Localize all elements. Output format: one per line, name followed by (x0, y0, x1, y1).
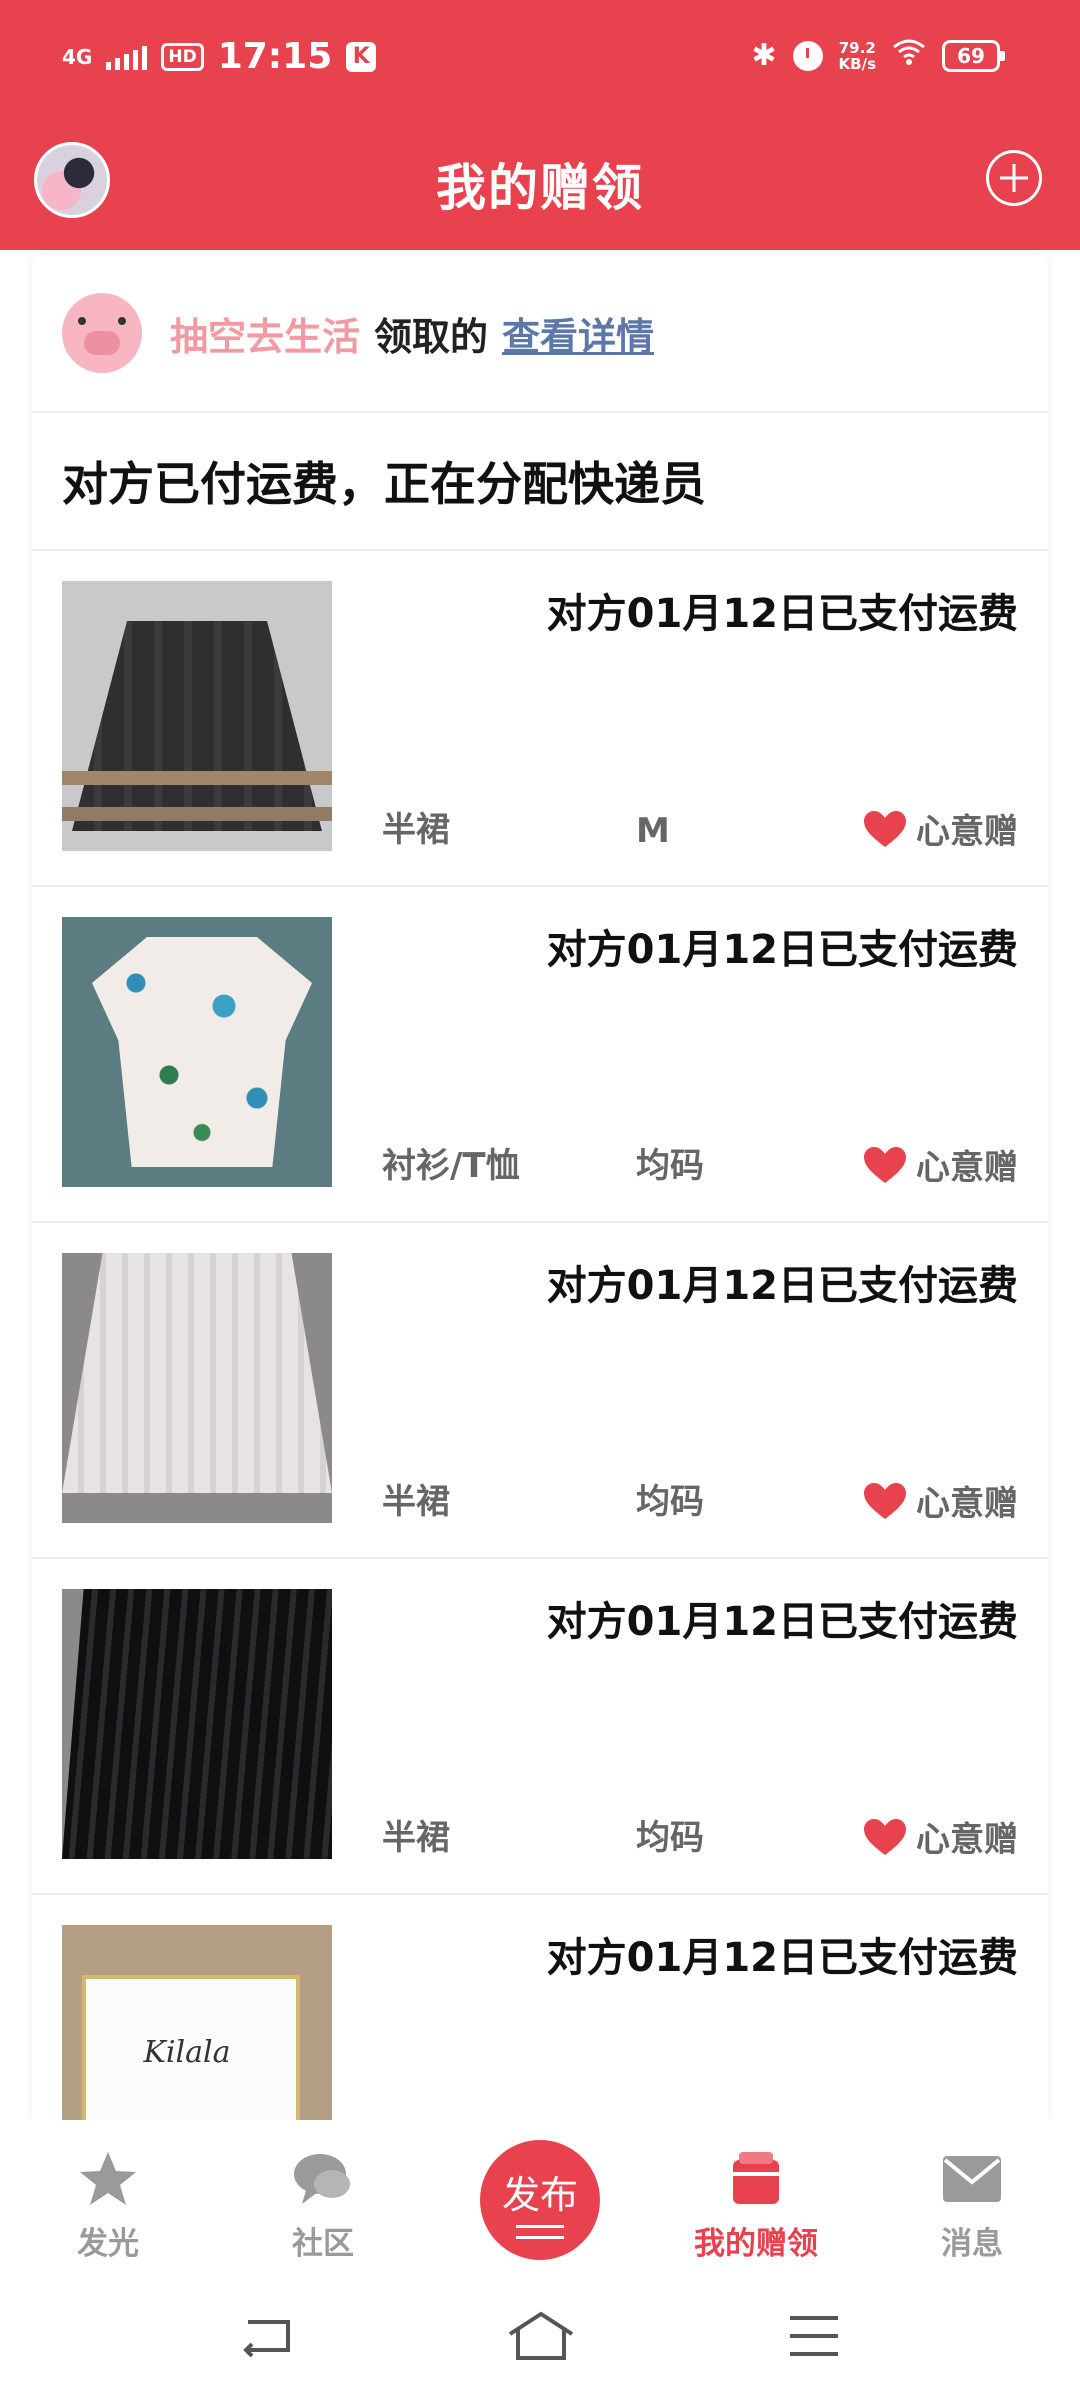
nav-community-label: 社区 (292, 2226, 354, 2262)
page-title: 我的赠领 (436, 159, 644, 217)
item-category: 半裙 (382, 1818, 450, 1858)
list-item[interactable]: Kilala 对方01月12日已支付运费 (32, 1895, 1048, 2120)
alarm-icon (792, 40, 823, 71)
network-speed: 79.2 KB/s (839, 40, 876, 72)
item-category: 半裙 (382, 810, 450, 850)
product-brand-text: Kilala (143, 2035, 231, 2070)
publish-button[interactable]: 发布 (480, 2140, 600, 2260)
item-category: 衬衫/T恤 (382, 1146, 520, 1186)
heart-icon (864, 810, 906, 847)
view-details-link[interactable]: 查看详情 (502, 306, 654, 361)
menu-icon[interactable] (784, 2310, 844, 2362)
list-item[interactable]: 对方01月12日已支付运费 衬衫/T恤 均码 心意赠 (32, 887, 1048, 1223)
heart-icon (864, 1482, 906, 1519)
nav-my-gifts-label: 我的赠领 (694, 2226, 818, 2262)
publish-label: 发布 (501, 2173, 578, 2217)
shipping-status: 对方已付运费，正在分配快递员 (32, 413, 1048, 551)
mail-icon (943, 2156, 1001, 2202)
paid-status: 对方01月12日已支付运费 (546, 1935, 1018, 1981)
signal-icon (106, 44, 148, 70)
item-size: 均码 (636, 1818, 704, 1858)
header: 我的赠领 (0, 120, 1080, 250)
paid-status: 对方01月12日已支付运费 (546, 927, 1018, 973)
publish-lines-icon (516, 2225, 564, 2239)
hd-badge: HD (161, 42, 204, 71)
owner-name[interactable]: 抽空去生活 (170, 306, 360, 361)
gift-type-label: 心意赠 (916, 1820, 1018, 1860)
back-icon[interactable] (238, 2310, 298, 2362)
speed-unit: KB/s (838, 54, 876, 73)
gift-type-label: 心意赠 (916, 1148, 1018, 1188)
list-item[interactable]: 对方01月12日已支付运费 半裙 均码 心意赠 (32, 1223, 1048, 1559)
gift-type: 心意赠 (862, 804, 1018, 853)
list-item[interactable]: 对方01月12日已支付运费 半裙 M 心意赠 (32, 551, 1048, 887)
gift-order-card: 抽空去生活 领取的 查看详情 对方已付运费，正在分配快递员 对方01月12日已支… (32, 255, 1048, 2120)
claim-info-row: 抽空去生活 领取的 查看详情 (32, 255, 1048, 413)
bluetooth-icon: ✱ (751, 37, 777, 73)
item-image[interactable] (62, 1589, 332, 1859)
bottom-nav: 发光 社区 发布 我的赠领 消息 (0, 2120, 1080, 2270)
item-category: 半裙 (382, 1482, 450, 1522)
nav-shine[interactable]: 发光 (28, 2150, 188, 2263)
box-icon (733, 2152, 779, 2204)
list-item[interactable]: 对方01月12日已支付运费 半裙 均码 心意赠 (32, 1559, 1048, 1895)
nav-messages[interactable]: 消息 (892, 2150, 1052, 2263)
item-image[interactable] (62, 581, 332, 851)
gift-type-label: 心意赠 (916, 1484, 1018, 1524)
gift-type-label: 心意赠 (916, 812, 1018, 852)
item-image[interactable] (62, 917, 332, 1187)
gift-type: 心意赠 (862, 1476, 1018, 1525)
claim-verb: 领取的 (374, 314, 489, 359)
heart-icon (864, 1146, 906, 1183)
paid-status: 对方01月12日已支付运费 (546, 1263, 1018, 1309)
app-top-bar: 4G HD 17:15 K ✱ 79.2 KB/s 69 我的赠领 (0, 0, 1080, 250)
system-nav-bar (0, 2270, 1080, 2400)
clock: 17:15 (217, 36, 333, 77)
pig-icon (62, 293, 142, 373)
paid-status: 对方01月12日已支付运费 (546, 1599, 1018, 1645)
item-size: 均码 (636, 1146, 704, 1186)
nav-my-gifts[interactable]: 我的赠领 (676, 2150, 836, 2263)
nav-shine-label: 发光 (77, 2226, 139, 2262)
item-size: M (636, 811, 670, 851)
network-type: 4G (62, 44, 93, 69)
k-badge-icon: K (346, 41, 377, 72)
nav-community[interactable]: 社区 (243, 2150, 403, 2263)
gift-type: 心意赠 (862, 1140, 1018, 1189)
status-bar: 4G HD 17:15 K ✱ 79.2 KB/s 69 (0, 0, 1080, 120)
nav-messages-label: 消息 (941, 2226, 1003, 2262)
wifi-icon (892, 38, 926, 73)
battery-icon: 69 (942, 39, 1005, 72)
item-size: 均码 (636, 1482, 704, 1522)
paid-status: 对方01月12日已支付运费 (546, 591, 1018, 637)
heart-icon (864, 1818, 906, 1855)
star-icon (80, 2152, 136, 2205)
chat-icon (294, 2154, 350, 2204)
item-image[interactable] (62, 1253, 332, 1523)
add-icon[interactable] (986, 150, 1042, 206)
gift-type: 心意赠 (862, 1812, 1018, 1861)
item-image[interactable]: Kilala (62, 1925, 332, 2120)
home-icon[interactable] (506, 2310, 576, 2362)
